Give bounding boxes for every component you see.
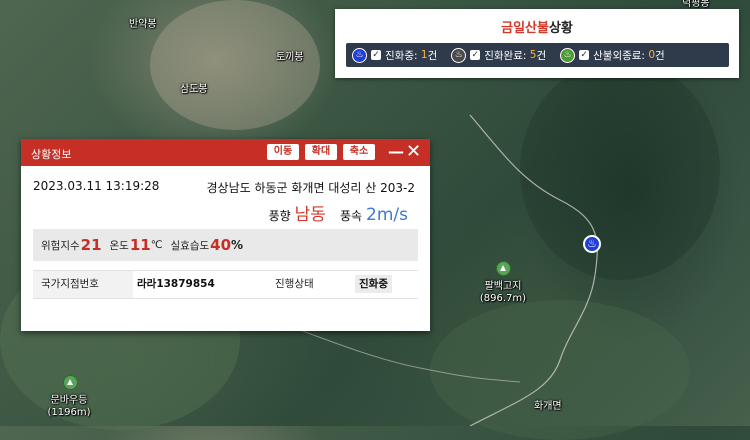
legend-label: 진화완료:	[484, 49, 527, 62]
close-icon[interactable]: ✕	[406, 142, 421, 162]
legend-label: 진화중:	[385, 49, 418, 62]
wind-speed-label: 풍속	[339, 209, 363, 223]
place-label: 화개면	[534, 401, 562, 412]
status-legend: ♨ ✓ 진화중: 1건 ♨ ✓ 진화완료: 5건 ♨ ✓ 산불외종료: 0건	[346, 43, 729, 67]
place-label: 삼도봉	[180, 84, 208, 95]
minimize-icon[interactable]: —	[388, 142, 404, 162]
move-button[interactable]: 이동	[267, 144, 299, 160]
temperature-value: 11	[129, 236, 151, 254]
wind-dir-value: 남동	[294, 205, 326, 225]
peak-name: 문바우등	[50, 395, 88, 406]
fire-icon: ♨	[560, 47, 576, 63]
wind-info: 풍향 남동 풍속 2m/s	[269, 200, 408, 225]
legend-unit: 건	[536, 49, 547, 62]
status-title-rest: 상황	[548, 21, 573, 36]
peak-name: 팔백고지	[484, 281, 522, 292]
wind-dir-label: 풍향	[268, 209, 291, 223]
risk-index-label: 위험지수	[41, 239, 80, 252]
mountain-peak-icon[interactable]	[63, 375, 78, 390]
zoom-in-button[interactable]: 확대	[305, 144, 337, 160]
progress-status-label: 진행상태	[275, 271, 341, 298]
info-window-header[interactable]: 상황정보 이동 확대 축소 — ✕	[21, 139, 430, 166]
info-window-title: 상황정보	[31, 148, 72, 161]
legend-label: 산불외종료:	[593, 49, 645, 62]
humidity-label: 실효습도	[170, 239, 210, 252]
legend-count: 1	[420, 49, 428, 61]
temperature-label: 온도	[109, 239, 129, 252]
place-label: 반약봉	[129, 19, 157, 30]
fire-icon: ♨	[451, 47, 467, 63]
legend-count: 0	[648, 49, 655, 61]
grid-number-value: 라라13879854	[137, 278, 215, 290]
today-fire-status-panel: 금일산불상황 ♨ ✓ 진화중: 1건 ♨ ✓ 진화완료: 5건 ♨ ✓ 산불외종…	[335, 9, 739, 78]
peak-label: 문바우등 (1196m)	[34, 395, 104, 419]
peak-height: (896.7m)	[479, 293, 527, 304]
checkbox-non-fire-closed[interactable]: ✓	[579, 50, 590, 60]
peak-label: 팔백고지 (896.7m)	[468, 281, 538, 305]
status-title: 금일산불상황	[335, 17, 739, 36]
place-label: 덕평봉	[682, 0, 710, 9]
fire-datetime: 2023.03.11 13:19:28	[33, 179, 160, 193]
fire-address: 경상남도 하동군 화개면 대성리 산 203-2	[206, 181, 415, 195]
zoom-out-button[interactable]: 축소	[343, 144, 375, 160]
situation-info-window: 상황정보 이동 확대 축소 — ✕ 2023.03.11 13:19:28 경상…	[21, 139, 430, 331]
humidity-unit: %	[231, 238, 244, 252]
temperature-unit: ℃	[150, 239, 163, 251]
mountain-peak-icon[interactable]	[496, 261, 511, 276]
progress-status-badge: 진화중	[355, 275, 392, 293]
wind-speed-value: 2m/s	[366, 205, 408, 225]
legend-item-in-progress[interactable]: ♨ ✓ 진화중: 1건	[352, 47, 438, 63]
legend-unit: 건	[427, 49, 438, 62]
humidity-value: 40	[210, 236, 232, 254]
grid-number-label: 국가지점번호	[33, 271, 133, 298]
risk-info: 위험지수 21 온도 11 ℃ 실효습도 40%	[33, 229, 418, 261]
status-title-highlight: 금일산불	[501, 21, 549, 36]
checkbox-in-progress[interactable]: ✓	[371, 50, 381, 60]
checkbox-extinguished[interactable]: ✓	[470, 50, 481, 60]
fire-marker-icon[interactable]: ♨	[583, 235, 601, 253]
legend-unit: 건	[655, 49, 665, 62]
legend-item-non-fire-closed[interactable]: ♨ ✓ 산불외종료: 0건	[560, 47, 665, 63]
legend-count: 5	[529, 49, 537, 61]
fire-icon: ♨	[352, 47, 367, 63]
place-label: 토끼봉	[276, 52, 304, 63]
location-status-row: 국가지점번호 라라13879854 진행상태 진화중	[33, 270, 418, 299]
risk-index-value: 21	[80, 236, 102, 254]
peak-height: (1196m)	[47, 407, 91, 418]
legend-item-extinguished[interactable]: ♨ ✓ 진화완료: 5건	[451, 47, 547, 63]
